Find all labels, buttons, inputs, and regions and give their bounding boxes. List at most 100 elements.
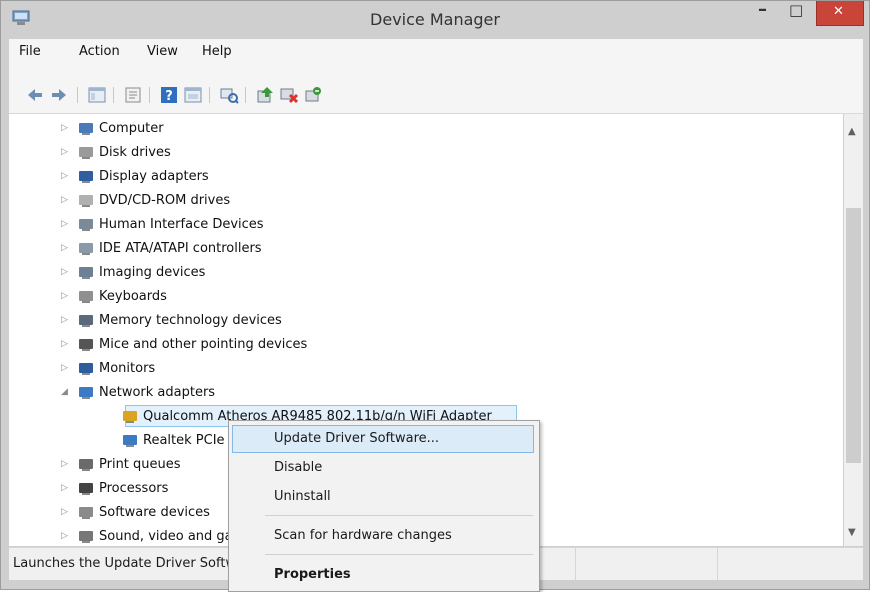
network-adapter-icon [123, 435, 137, 447]
tree-category-item[interactable]: ▷ Disk drives [9, 142, 829, 164]
sound-icon [79, 531, 93, 543]
menu-view[interactable]: View [147, 44, 178, 59]
menu-bar: File Action View Help [9, 39, 863, 65]
uninstall-device-icon[interactable] [303, 85, 323, 105]
keyboard-icon [79, 291, 93, 303]
software-device-icon [79, 507, 93, 519]
menu-action[interactable]: Action [79, 44, 120, 59]
collapse-arrow-icon[interactable]: ◢ [61, 387, 68, 397]
context-menu-item-properties[interactable]: Properties [232, 561, 534, 589]
expand-arrow-icon[interactable]: ▷ [61, 507, 68, 517]
back-arrow-icon[interactable] [25, 85, 45, 105]
disk-drive-icon [79, 147, 93, 159]
network-adapter-icon [79, 387, 93, 399]
tree-category-item[interactable]: ▷ Display adapters [9, 166, 829, 188]
maximize-button[interactable]: □ [781, 1, 811, 25]
tree-node-label: Human Interface Devices [99, 217, 264, 232]
scrollbar-thumb[interactable] [846, 208, 861, 463]
scroll-up-icon[interactable]: ▲ [848, 126, 856, 137]
imaging-device-icon [79, 267, 93, 279]
tree-node-label: Disk drives [99, 145, 171, 160]
display-adapter-icon [79, 171, 93, 183]
title-bar[interactable]: Device Manager – □ ✕ [1, 0, 869, 37]
context-menu-separator [265, 515, 533, 516]
expand-arrow-icon[interactable]: ▷ [61, 531, 68, 541]
vertical-scrollbar[interactable]: ▲ ▼ [844, 114, 863, 546]
context-menu-item-disable[interactable]: Disable [232, 454, 534, 482]
scan-hardware-changes-icon[interactable] [219, 85, 239, 105]
tree-node-label: Software devices [99, 505, 210, 520]
tree-node-label: DVD/CD-ROM drives [99, 193, 231, 208]
context-menu-label: Uninstall [274, 489, 331, 504]
update-driver-icon[interactable] [255, 85, 275, 105]
context-menu-label: Properties [274, 567, 351, 582]
forward-arrow-icon[interactable] [49, 85, 69, 105]
expand-arrow-icon[interactable]: ▷ [61, 171, 68, 181]
expand-arrow-icon[interactable]: ▷ [61, 339, 68, 349]
menu-help[interactable]: Help [202, 44, 232, 59]
help-icon[interactable]: ? [159, 85, 179, 105]
tree-category-item[interactable]: ▷ IDE ATA/ATAPI controllers [9, 238, 829, 260]
expand-arrow-icon[interactable]: ▷ [61, 147, 68, 157]
minimize-button[interactable]: – [749, 0, 779, 25]
expand-arrow-icon[interactable]: ▷ [61, 243, 68, 253]
scroll-down-icon[interactable]: ▼ [848, 527, 856, 538]
maximize-icon: □ [789, 1, 804, 19]
tree-category-item[interactable]: ▷ Mice and other pointing devices [9, 334, 829, 356]
show-hide-console-tree-icon[interactable] [87, 85, 107, 105]
tree-node-label: Monitors [99, 361, 156, 376]
expand-arrow-icon[interactable]: ▷ [61, 123, 68, 133]
expand-arrow-icon[interactable]: ▷ [61, 363, 68, 373]
tree-category-item[interactable]: ▷ Monitors [9, 358, 829, 380]
expand-arrow-icon[interactable]: ▷ [61, 315, 68, 325]
processor-icon [79, 483, 93, 495]
tree-node-label: Imaging devices [99, 265, 206, 280]
ide-controller-icon [79, 243, 93, 255]
context-menu: Update Driver Software... Disable Uninst… [228, 420, 540, 592]
computer-icon [79, 123, 93, 135]
tree-category-item[interactable]: ▷ DVD/CD-ROM drives [9, 190, 829, 212]
context-menu-item-scan-hardware[interactable]: Scan for hardware changes [232, 522, 534, 550]
svg-text:?: ? [165, 89, 173, 104]
expand-arrow-icon[interactable]: ▷ [61, 291, 68, 301]
menu-file[interactable]: File [19, 44, 41, 59]
warning-network-adapter-icon [123, 411, 137, 423]
context-menu-item-update-driver[interactable]: Update Driver Software... [232, 425, 534, 453]
context-menu-label: Disable [274, 460, 323, 475]
context-menu-item-uninstall[interactable]: Uninstall [232, 483, 534, 511]
close-icon: ✕ [833, 4, 844, 19]
show-details-icon[interactable] [183, 85, 203, 105]
tree-node-label: Network adapters [99, 385, 216, 400]
tree-category-item[interactable]: ◢ Network adapters [9, 382, 829, 404]
expand-arrow-icon[interactable]: ▷ [61, 195, 68, 205]
expand-arrow-icon[interactable]: ▷ [61, 267, 68, 277]
disable-device-icon[interactable] [279, 85, 299, 105]
context-menu-label: Scan for hardware changes [274, 528, 452, 543]
tree-node-label: Mice and other pointing devices [99, 337, 308, 352]
tree-category-item[interactable]: ▷ Imaging devices [9, 262, 829, 284]
expand-arrow-icon[interactable]: ▷ [61, 219, 68, 229]
tree-node-label: Memory technology devices [99, 313, 282, 328]
tree-category-item[interactable]: ▷ Human Interface Devices [9, 214, 829, 236]
tree-category-item[interactable]: ▷ Keyboards [9, 286, 829, 308]
mouse-icon [79, 339, 93, 351]
properties-icon[interactable] [123, 85, 143, 105]
tree-node-label: Display adapters [99, 169, 209, 184]
tree-category-item[interactable]: ▷ Computer [9, 118, 829, 140]
tree-node-label: IDE ATA/ATAPI controllers [99, 241, 262, 256]
tree-node-label: Computer [99, 121, 164, 136]
printer-icon [79, 459, 93, 471]
close-button[interactable]: ✕ [816, 1, 864, 26]
toolbar-separator [149, 87, 150, 103]
monitor-icon [79, 363, 93, 375]
toolbar: ? [9, 65, 863, 114]
dvd-drive-icon [79, 195, 93, 207]
memory-device-icon [79, 315, 93, 327]
tree-node-label: Print queues [99, 457, 181, 472]
expand-arrow-icon[interactable]: ▷ [61, 459, 68, 469]
context-menu-label: Update Driver Software... [274, 431, 440, 446]
expand-arrow-icon[interactable]: ▷ [61, 483, 68, 493]
context-menu-separator [265, 554, 533, 555]
toolbar-separator [245, 87, 246, 103]
tree-category-item[interactable]: ▷ Memory technology devices [9, 310, 829, 332]
